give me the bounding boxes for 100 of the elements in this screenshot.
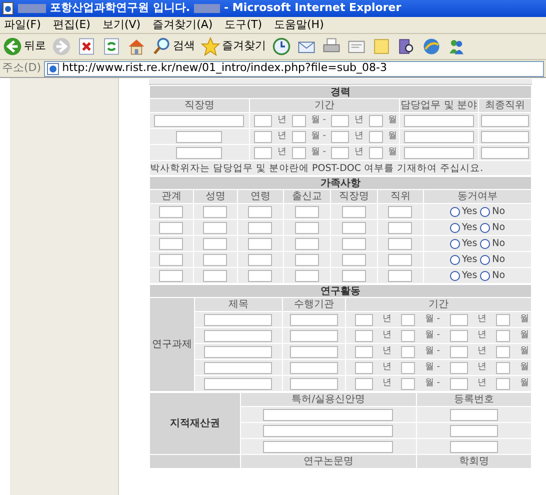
input-field[interactable]: [292, 146, 306, 158]
input-field[interactable]: [204, 330, 272, 342]
input-field[interactable]: [496, 314, 510, 326]
input-field[interactable]: [254, 114, 272, 126]
radio-button[interactable]: [480, 254, 490, 264]
input-field[interactable]: [290, 346, 338, 358]
search-icon[interactable]: [152, 37, 171, 56]
input-field[interactable]: [450, 330, 468, 342]
toolbar-label[interactable]: 즐겨찾기: [222, 38, 266, 55]
input-field[interactable]: [480, 114, 529, 126]
input-field[interactable]: [248, 222, 272, 234]
input-field[interactable]: [294, 270, 319, 282]
house-icon[interactable]: [127, 37, 146, 56]
input-field[interactable]: [263, 424, 394, 436]
input-field[interactable]: [342, 238, 366, 250]
input-field[interactable]: [388, 270, 412, 282]
menu-item[interactable]: 도구(T): [224, 16, 262, 34]
input-field[interactable]: [203, 206, 228, 218]
input-field[interactable]: [331, 114, 350, 126]
input-field[interactable]: [480, 146, 529, 158]
input-field[interactable]: [496, 330, 510, 342]
input-field[interactable]: [290, 314, 338, 326]
input-field[interactable]: [159, 206, 184, 218]
people-icon[interactable]: [447, 37, 466, 56]
input-field[interactable]: [450, 378, 468, 390]
address-field[interactable]: http://www.rist.re.kr/new/01_intro/index.php?file=sub_08-3: [44, 60, 544, 76]
input-field[interactable]: [176, 130, 222, 142]
input-field[interactable]: [401, 362, 416, 374]
input-field[interactable]: [354, 378, 373, 390]
input-field[interactable]: [404, 130, 474, 142]
input-field[interactable]: [450, 346, 468, 358]
menu-item[interactable]: 편집(E): [52, 16, 90, 34]
input-field[interactable]: [368, 114, 383, 126]
radio-button[interactable]: [450, 222, 460, 232]
input-field[interactable]: [368, 146, 383, 158]
input-field[interactable]: [388, 254, 412, 266]
input-field[interactable]: [354, 346, 373, 358]
radio-button[interactable]: [450, 270, 460, 280]
input-field[interactable]: [290, 330, 338, 342]
menu-item[interactable]: 도움말(H): [274, 16, 324, 34]
input-field[interactable]: [292, 130, 306, 142]
input-field[interactable]: [294, 254, 319, 266]
radio-button[interactable]: [450, 206, 460, 216]
input-field[interactable]: [354, 314, 373, 326]
radio-button[interactable]: [480, 238, 490, 248]
back-arrow-icon[interactable]: [3, 37, 22, 56]
input-field[interactable]: [496, 378, 510, 390]
input-field[interactable]: [204, 346, 272, 358]
stop-icon[interactable]: [77, 37, 96, 56]
input-field[interactable]: [203, 270, 228, 282]
input-field[interactable]: [401, 330, 416, 342]
input-field[interactable]: [450, 362, 468, 374]
menu-item[interactable]: 즐겨찾기(A): [152, 16, 213, 34]
star-icon[interactable]: [201, 37, 220, 56]
input-field[interactable]: [368, 130, 383, 142]
input-field[interactable]: [254, 146, 272, 158]
input-field[interactable]: [204, 378, 272, 390]
toolbar-label[interactable]: 검색: [173, 38, 195, 55]
input-field[interactable]: [450, 440, 498, 452]
input-field[interactable]: [388, 238, 412, 250]
input-field[interactable]: [159, 254, 184, 266]
input-field[interactable]: [450, 314, 468, 326]
input-field[interactable]: [203, 238, 228, 250]
input-field[interactable]: [294, 206, 319, 218]
input-field[interactable]: [342, 254, 366, 266]
input-field[interactable]: [450, 424, 498, 436]
input-field[interactable]: [331, 130, 350, 142]
input-field[interactable]: [176, 146, 222, 158]
menu-item[interactable]: 파일(F): [4, 16, 41, 34]
input-field[interactable]: [248, 254, 272, 266]
input-field[interactable]: [331, 146, 350, 158]
input-field[interactable]: [263, 408, 394, 420]
input-field[interactable]: [159, 238, 184, 250]
input-field[interactable]: [480, 130, 529, 142]
input-field[interactable]: [496, 362, 510, 374]
input-field[interactable]: [154, 114, 244, 126]
radio-button[interactable]: [480, 206, 490, 216]
input-field[interactable]: [294, 238, 319, 250]
input-field[interactable]: [401, 346, 416, 358]
input-field[interactable]: [354, 330, 373, 342]
input-field[interactable]: [404, 114, 474, 126]
input-field[interactable]: [450, 408, 498, 420]
input-field[interactable]: [254, 130, 272, 142]
radio-button[interactable]: [480, 270, 490, 280]
radio-button[interactable]: [450, 238, 460, 248]
input-field[interactable]: [248, 238, 272, 250]
input-field[interactable]: [159, 222, 184, 234]
input-field[interactable]: [388, 206, 412, 218]
input-field[interactable]: [404, 146, 474, 158]
input-field[interactable]: [248, 270, 272, 282]
toolbar-label[interactable]: 뒤로: [24, 38, 46, 55]
input-field[interactable]: [342, 222, 366, 234]
input-field[interactable]: [290, 362, 338, 374]
radio-button[interactable]: [480, 222, 490, 232]
book-magnifier-icon[interactable]: [397, 37, 416, 56]
input-field[interactable]: [290, 378, 338, 390]
radio-button[interactable]: [450, 254, 460, 264]
input-field[interactable]: [294, 222, 319, 234]
input-field[interactable]: [204, 362, 272, 374]
globe-icon[interactable]: [422, 37, 441, 56]
